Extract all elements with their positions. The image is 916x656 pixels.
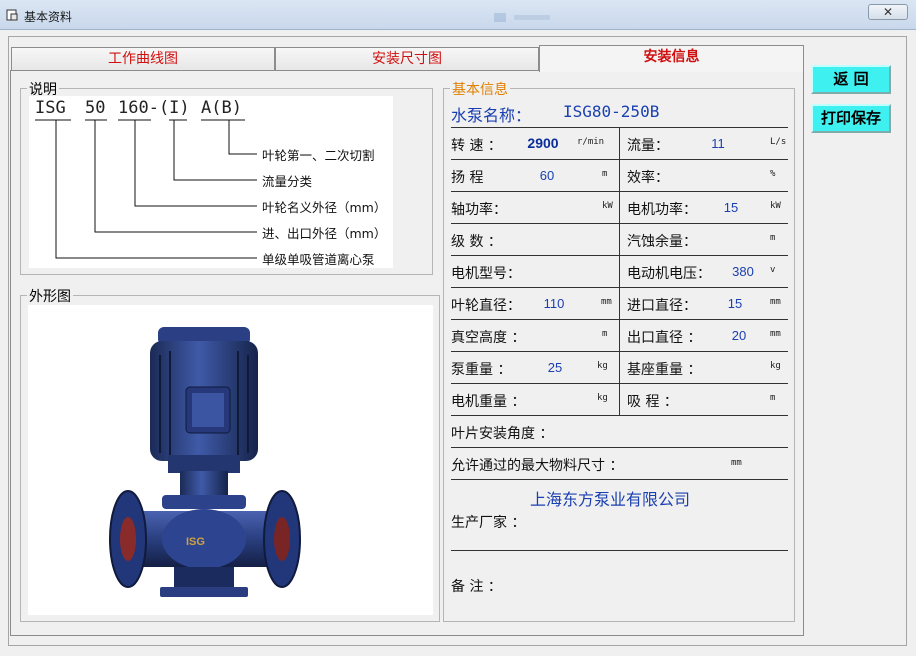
manufacturer-label: 生产厂家 ： <box>451 515 526 531</box>
manufacturer-value: 上海东方泵业有限公司 <box>530 490 691 509</box>
model-part-impeller: 160-(I) <box>118 98 190 118</box>
head-unit: m <box>602 169 608 179</box>
outlet-dia-unit: mm <box>770 329 781 339</box>
suction-label: 吸 程 ： <box>627 394 678 410</box>
desc-impeller-cut: 叶轮第一、二次切割 <box>262 148 375 163</box>
flow-value: 11 <box>711 136 725 151</box>
inlet-dia-label: 进口直径： <box>627 298 697 314</box>
efficiency-unit: % <box>770 169 776 179</box>
inlet-dia-unit: mm <box>770 297 781 307</box>
svg-text:ISG: ISG <box>186 536 205 548</box>
efficiency-label: 效率： <box>627 170 669 186</box>
npsh-label: 汽蚀余量： <box>627 234 697 250</box>
tab-work-curve[interactable]: 工作曲线图 <box>11 47 275 71</box>
desc-pump-type: 单级单吸管道离心泵 <box>262 252 375 267</box>
desc-inout-dia: 进、出口外径（mm） <box>262 226 387 241</box>
grid-divider <box>619 127 620 415</box>
model-part-series: ISG <box>35 98 66 118</box>
print-save-button[interactable]: 打印保存 <box>811 104 891 133</box>
remarks-label: 备 注 ： <box>451 579 502 595</box>
pump-image-panel: ISG <box>28 305 433 615</box>
title-bar: 基本资料 ✕ <box>0 0 916 30</box>
motor-voltage-unit: v <box>770 265 776 275</box>
motor-voltage-value: 380 <box>732 264 754 279</box>
base-weight-label: 基座重量 ： <box>627 362 702 378</box>
desc-flow-class: 流量分类 <box>262 174 313 189</box>
back-button[interactable]: 返 回 <box>811 65 891 94</box>
grid-line <box>451 447 788 448</box>
npsh-unit: m <box>770 233 776 243</box>
suction-unit: m <box>770 393 776 403</box>
motor-weight-unit: kg <box>597 393 608 403</box>
grid-line <box>451 479 788 480</box>
stages-label: 级 数 ： <box>451 234 502 250</box>
pump-name-value: ISG80-250B <box>563 102 660 121</box>
outlet-dia-value: 20 <box>731 328 747 343</box>
motor-model-label: 电机型号： <box>451 266 521 282</box>
shaft-power-label: 轴功率： <box>451 202 507 218</box>
shaft-power-unit: kW <box>602 201 613 211</box>
head-label: 扬 程 <box>451 170 484 186</box>
max-particle-label: 允许通过的最大物料尺寸 ： <box>451 458 624 474</box>
model-connector-lines <box>35 119 257 259</box>
motor-power-unit: kW <box>770 201 781 211</box>
flow-unit: L/s <box>770 137 787 147</box>
grid-line <box>451 550 788 551</box>
tab-install-info[interactable]: 安装信息 <box>539 45 804 72</box>
window-title: 基本资料 <box>24 10 73 24</box>
impeller-dia-unit: mm <box>601 297 612 307</box>
motor-weight-label: 电机重量 ： <box>451 394 526 410</box>
impeller-dia-label: 叶轮直径： <box>451 298 521 314</box>
inlet-dia-value: 15 <box>727 296 743 311</box>
basic-info-title: 基本信息 <box>450 79 510 99</box>
pump-image: ISG <box>109 327 301 597</box>
pump-name-label: 水泵名称： <box>451 106 532 125</box>
pump-weight-label: 泵重量 ： <box>451 362 512 378</box>
motor-power-value: 15 <box>723 200 739 215</box>
tab-install-dimensions[interactable]: 安装尺寸图 <box>275 47 539 71</box>
app-icon <box>6 9 18 21</box>
vacuum-label: 真空高度 ： <box>451 330 526 346</box>
speed-unit: r/min <box>577 137 605 147</box>
faded-toolbar-icon <box>494 13 550 22</box>
speed-label: 转 速 ： <box>451 138 502 154</box>
impeller-dia-value: 110 <box>543 296 565 311</box>
vacuum-unit: m <box>602 329 608 339</box>
appearance-group-title: 外形图 <box>27 286 73 306</box>
motor-voltage-label: 电动机电压： <box>627 266 711 282</box>
max-particle-unit: mm <box>731 458 742 468</box>
base-weight-unit: kg <box>770 361 781 371</box>
flow-label: 流量： <box>627 138 669 154</box>
pump-weight-value: 25 <box>547 360 563 375</box>
pump-weight-unit: kg <box>597 361 608 371</box>
desc-impeller-dia: 叶轮名义外径（mm） <box>262 200 387 215</box>
grid-line <box>451 415 788 416</box>
close-icon: ✕ <box>882 5 894 19</box>
head-value: 60 <box>539 168 555 183</box>
outlet-dia-label: 出口直径 ： <box>627 330 702 346</box>
model-part-cut: A(B) <box>201 98 242 118</box>
close-button[interactable]: ✕ <box>868 4 908 20</box>
blade-angle-label: 叶片安装角度 ： <box>451 426 554 442</box>
speed-value: 2900 <box>527 135 559 151</box>
model-part-diameter: 50 <box>85 98 106 118</box>
motor-power-label: 电机功率： <box>627 202 697 218</box>
